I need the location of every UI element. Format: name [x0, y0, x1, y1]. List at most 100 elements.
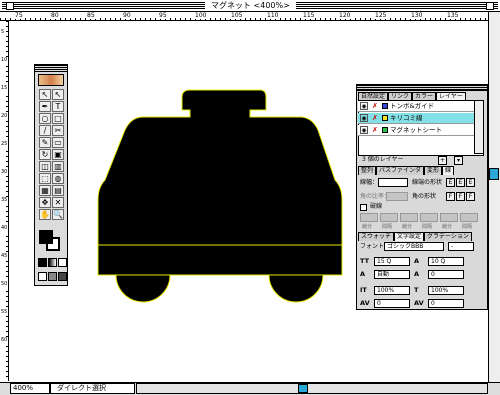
shear-tool[interactable]: ▥ — [52, 161, 64, 172]
line-tool[interactable]: / — [39, 125, 51, 136]
ruler-h-label: 95 — [158, 12, 168, 19]
ruler-h-label: 105 — [230, 12, 244, 19]
gradient-tool[interactable]: ▤ — [52, 185, 64, 196]
cap-round-button[interactable]: E — [456, 178, 465, 187]
blend-tool[interactable]: ⬚ — [39, 173, 51, 184]
font-size-field[interactable]: 15 Q — [374, 257, 410, 266]
tab-palette_bot-1[interactable]: 文字設定 — [394, 232, 425, 241]
type-tool[interactable]: T — [52, 101, 64, 112]
join-round-button[interactable]: F — [456, 192, 465, 201]
frame-tool[interactable]: ▭ — [52, 137, 64, 148]
ruler-v-label: 15 — [0, 85, 9, 92]
toolbox-title-bar[interactable] — [34, 64, 68, 72]
leading-field[interactable]: 自動 — [374, 270, 410, 279]
dash-field[interactable] — [380, 213, 398, 222]
ruler-v-label: 30 — [0, 169, 9, 176]
horizontal-scale-icon: IT — [360, 286, 367, 294]
none-mode-button[interactable] — [58, 258, 67, 267]
font-family-field[interactable]: ゴシックBBB — [384, 242, 444, 251]
ruler-v-label: 60 — [0, 337, 9, 344]
join-miter-button[interactable]: F — [446, 192, 455, 201]
tab-palette_bot-0[interactable]: スウォッチ — [358, 232, 395, 241]
eye-icon[interactable]: ◉ — [360, 102, 368, 110]
dash-field[interactable] — [360, 213, 378, 222]
color-mode-button[interactable] — [38, 258, 47, 267]
dash-field[interactable] — [440, 213, 458, 222]
pen-tool[interactable]: ✒ — [39, 101, 51, 112]
tab-palette_mid-0[interactable]: 整列 — [358, 166, 377, 175]
dash-field[interactable] — [400, 213, 418, 222]
baseline-field[interactable]: 0 — [428, 270, 464, 279]
font-style-field[interactable]: - — [448, 242, 474, 251]
eye-icon[interactable]: ◉ — [360, 114, 368, 122]
horizontal-scroll-thumb[interactable] — [298, 384, 308, 393]
cap-butt-button[interactable]: E — [446, 178, 455, 187]
cap-square-button[interactable]: E — [466, 178, 475, 187]
current-tool-field[interactable]: ダイレクト選択 — [50, 383, 135, 394]
ellipse-tool[interactable]: ○ — [39, 113, 51, 124]
eyedropper-tool[interactable]: ✥ — [39, 197, 51, 208]
dash-field-label: 間隔 — [382, 224, 393, 230]
pencil-tool[interactable]: ✎ — [39, 137, 51, 148]
close-box[interactable] — [6, 2, 14, 10]
gradient-mode-button[interactable] — [48, 258, 57, 267]
horizontal-scrollbar[interactable] — [136, 383, 488, 394]
dash-field[interactable] — [460, 213, 478, 222]
font-size-icon: TT — [360, 257, 370, 265]
scale-tool[interactable]: ▣ — [52, 149, 64, 160]
vertical-scale-field[interactable]: 100% — [428, 286, 464, 295]
font-size2-field[interactable]: 10 Q — [428, 257, 464, 266]
dash-checkbox[interactable] — [360, 204, 367, 211]
delete-layer-button[interactable]: ▾ — [454, 156, 463, 165]
kerning-field[interactable]: 0 — [428, 299, 464, 308]
dash-field-label: 線分 — [402, 224, 413, 230]
taxi-silhouette[interactable] — [90, 85, 360, 307]
leading-icon: A — [360, 270, 366, 278]
miter-limit-field[interactable] — [386, 192, 408, 201]
layers-scrollbar[interactable] — [474, 100, 484, 154]
tab-palette_mid-1[interactable]: パスファインダ — [376, 166, 425, 175]
rotate-tool[interactable]: ↻ — [39, 149, 51, 160]
knife-tool[interactable]: ✕ — [52, 197, 64, 208]
dash-field[interactable] — [420, 213, 438, 222]
symbol-tool[interactable]: ◍ — [52, 173, 64, 184]
tracking-field[interactable]: 0 — [374, 299, 410, 308]
window-title: マグネット <400%> — [205, 1, 296, 11]
tab-palette_mid-2[interactable]: 変形 — [424, 166, 443, 175]
rectangle-tool[interactable]: □ — [52, 113, 64, 124]
join-bevel-button[interactable]: F — [466, 192, 475, 201]
type-tabs: スウォッチ 文字設定 グラデーション — [358, 232, 486, 241]
dash-field-label: 間隔 — [422, 224, 433, 230]
fill-color-box[interactable] — [39, 230, 53, 244]
ruler-v-label: 25 — [0, 141, 9, 148]
zoom-tool[interactable]: 🔍 — [52, 209, 64, 220]
lock-pen-icon[interactable]: ✗ — [372, 126, 380, 134]
tab-palette_mid-3[interactable]: 線 — [442, 166, 455, 175]
stroke-width-field[interactable] — [378, 178, 408, 187]
lock-pen-icon[interactable]: ✗ — [372, 114, 380, 122]
screen-mode-full[interactable] — [58, 272, 67, 281]
direct-selection-tool[interactable]: ↖ — [52, 89, 64, 100]
scissors-tool[interactable]: ✂ — [52, 125, 64, 136]
ruler-h-label: 135 — [446, 12, 460, 19]
zoom-box[interactable] — [486, 2, 494, 10]
layer-row[interactable]: ◉ ✗ キリコミ線 — [358, 113, 484, 124]
layer-row[interactable]: ◉ ✗ トンボ&ガイド — [358, 101, 484, 112]
screen-mode-normal[interactable] — [38, 272, 47, 281]
hand-tool[interactable]: ✋ — [39, 209, 51, 220]
zoom-level-field[interactable]: 400% — [10, 383, 50, 394]
selection-tool[interactable]: ↖ — [39, 89, 51, 100]
layer-row[interactable]: ◉ ✗ マグネットシート — [358, 125, 484, 136]
lock-pen-icon[interactable]: ✗ — [372, 102, 380, 110]
ruler-h-label: 80 — [50, 12, 60, 19]
vertical-scroll-thumb[interactable] — [489, 168, 499, 180]
reflect-tool[interactable]: ◫ — [39, 161, 51, 172]
new-layer-button[interactable]: + — [438, 156, 447, 165]
vertical-scrollbar[interactable] — [488, 12, 500, 382]
eye-icon[interactable]: ◉ — [360, 126, 368, 134]
horizontal-scale-field[interactable]: 100% — [374, 286, 410, 295]
palette-title-bar[interactable] — [356, 84, 488, 91]
tab-palette_bot-2[interactable]: グラデーション — [424, 232, 472, 241]
screen-mode-full-menu[interactable] — [48, 272, 57, 281]
graph-tool[interactable]: ▦ — [39, 185, 51, 196]
